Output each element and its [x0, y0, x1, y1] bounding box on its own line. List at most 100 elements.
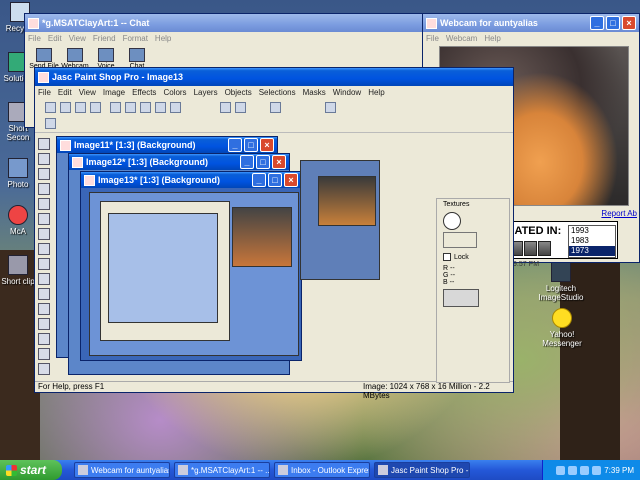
year-option-selected[interactable]: 1973 — [569, 246, 615, 256]
minimize-button[interactable]: _ — [240, 155, 254, 169]
psp-menu-layers[interactable]: Layers — [194, 88, 218, 97]
image13-window[interactable]: Image13* [1:3] (Background) _ □ × — [80, 171, 302, 361]
psp-menu-colors[interactable]: Colors — [163, 88, 186, 97]
chat-menu-friend[interactable]: Friend — [93, 34, 116, 43]
paste-icon[interactable] — [170, 102, 181, 113]
copy-icon[interactable] — [155, 102, 166, 113]
arrow-tool-icon[interactable] — [38, 138, 50, 150]
eraser-tool-icon[interactable] — [38, 333, 50, 345]
psp-menu-view[interactable]: View — [79, 88, 96, 97]
desktop-icon-logitech[interactable]: Logitech ImageStudio — [538, 262, 584, 302]
psp-menu-objects[interactable]: Objects — [225, 88, 252, 97]
psp-menu-edit[interactable]: Edit — [58, 88, 72, 97]
image12-titlebar[interactable]: Image12* [1:3] (Background) _ □ × — [69, 154, 289, 170]
task-outlook[interactable]: Inbox - Outlook Express — [274, 462, 370, 478]
magic-wand-icon[interactable] — [38, 243, 50, 255]
camera-icon[interactable] — [235, 102, 246, 113]
close-button[interactable]: × — [622, 16, 636, 30]
help-pointer-icon[interactable] — [325, 102, 336, 113]
cut-icon[interactable] — [140, 102, 151, 113]
desktop-icon-mcafee[interactable]: McA — [0, 205, 36, 236]
psp-titlebar[interactable]: Jasc Paint Shop Pro - Image13 — [35, 68, 513, 86]
psp-menu-effects[interactable]: Effects — [132, 88, 156, 97]
move-tool-icon[interactable] — [38, 198, 50, 210]
image11-titlebar[interactable]: Image11* [1:3] (Background) _ □ × — [57, 137, 277, 153]
nested-webcam-thumb — [232, 207, 292, 267]
minimize-button[interactable]: _ — [252, 173, 266, 187]
image13-titlebar[interactable]: Image13* [1:3] (Background) _ □ × — [81, 172, 301, 188]
desktop-icon-shortcut-clip[interactable]: Short clip — [0, 255, 36, 286]
psp-menu-window[interactable]: Window — [333, 88, 361, 97]
undo-icon[interactable] — [110, 102, 121, 113]
psp-menu-image[interactable]: Image — [103, 88, 125, 97]
redo-icon[interactable] — [125, 102, 136, 113]
tray-icon[interactable] — [568, 465, 578, 475]
print-icon[interactable] — [90, 102, 101, 113]
minimize-button[interactable]: _ — [590, 16, 604, 30]
webcam-menu-webcam[interactable]: Webcam — [446, 34, 477, 43]
close-button[interactable]: × — [272, 155, 286, 169]
chat-titlebar[interactable]: *g.MSATClayArt:1 -- Chat — [25, 14, 423, 32]
red-label: R — [443, 265, 449, 272]
layer-tool-icon[interactable] — [45, 118, 56, 129]
chat-menu-view[interactable]: View — [69, 34, 86, 43]
psp-menu-help[interactable]: Help — [368, 88, 384, 97]
maximize-button[interactable]: □ — [244, 138, 258, 152]
close-button[interactable]: × — [284, 173, 298, 187]
psp-menu-masks[interactable]: Masks — [303, 88, 326, 97]
lasso-tool-icon[interactable] — [38, 228, 50, 240]
maximize-button[interactable]: □ — [606, 16, 620, 30]
chat-menu-edit[interactable]: Edit — [48, 34, 62, 43]
tray-icon[interactable] — [580, 465, 590, 475]
texture-swatch[interactable] — [443, 212, 461, 230]
chat-title: *g.MSATClayArt:1 -- Chat — [42, 18, 150, 28]
retouch-tool-icon[interactable] — [38, 318, 50, 330]
task-webcam[interactable]: Webcam for auntyalias — [74, 462, 170, 478]
webcam-titlebar[interactable]: Webcam for auntyalias _ □ × — [423, 14, 639, 32]
crop-tool-icon[interactable] — [38, 183, 50, 195]
report-abuse-link[interactable]: Report Ab — [601, 209, 637, 218]
desktop-icon-label: Short clip — [1, 277, 35, 286]
psp-menu-file[interactable]: File — [38, 88, 51, 97]
task-psp[interactable]: Jasc Paint Shop Pro - ... — [374, 462, 470, 478]
zoom-tool-icon[interactable] — [38, 153, 50, 165]
save-icon[interactable] — [75, 102, 86, 113]
deform-tool-icon[interactable] — [38, 168, 50, 180]
image13-canvas[interactable] — [89, 192, 299, 356]
selection-tool-icon[interactable] — [38, 213, 50, 225]
zoom-icon[interactable] — [220, 102, 231, 113]
psp-menu-selections[interactable]: Selections — [259, 88, 296, 97]
desktop-icon-label: Photo — [7, 180, 29, 189]
year-option[interactable]: 1983 — [569, 236, 615, 246]
text-tool-icon[interactable] — [38, 363, 50, 375]
color-replacer-icon[interactable] — [38, 303, 50, 315]
volume-icon[interactable] — [592, 465, 602, 475]
webcam-menu-help[interactable]: Help — [484, 34, 500, 43]
webcam-menu-file[interactable]: File — [426, 34, 439, 43]
new-file-icon[interactable] — [45, 102, 56, 113]
task-chat[interactable]: *g.MSATClayArt:1 -- ... — [174, 462, 270, 478]
minimize-button[interactable]: _ — [228, 138, 242, 152]
maximize-button[interactable]: □ — [268, 173, 282, 187]
clock[interactable]: 7:39 PM — [604, 466, 634, 475]
swap-colors-icon[interactable] — [443, 232, 477, 248]
year-option[interactable]: 1993 — [569, 226, 615, 236]
maximize-button[interactable]: □ — [256, 155, 270, 169]
desktop-icon-photo[interactable]: Photo — [0, 158, 36, 189]
lock-checkbox[interactable] — [443, 253, 451, 261]
lock-row[interactable]: Lock — [437, 250, 509, 264]
fill-tool-icon[interactable] — [38, 348, 50, 360]
open-folder-icon[interactable] — [60, 102, 71, 113]
brush-tool-icon[interactable] — [38, 273, 50, 285]
dropper-tool-icon[interactable] — [38, 258, 50, 270]
chat-menu-format[interactable]: Format — [123, 34, 148, 43]
start-button[interactable]: start — [0, 460, 62, 480]
desktop-icon-yahoo[interactable]: Yahoo! Messenger — [540, 308, 584, 348]
tray-icon[interactable] — [556, 465, 566, 475]
chat-menu-help[interactable]: Help — [155, 34, 171, 43]
chat-menu-file[interactable]: File — [28, 34, 41, 43]
graduation-year-list[interactable]: 1993 1983 1973 — [568, 225, 616, 258]
palette-icon[interactable] — [270, 102, 281, 113]
close-button[interactable]: × — [260, 138, 274, 152]
clone-tool-icon[interactable] — [38, 288, 50, 300]
